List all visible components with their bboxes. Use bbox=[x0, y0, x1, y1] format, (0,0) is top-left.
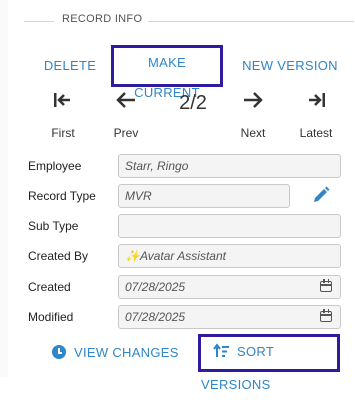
record-info-panel: RECORD INFO DELETE MAKE CURRENT NEW VERS… bbox=[8, 0, 355, 392]
created-date-value: 07/28/2025 bbox=[125, 280, 186, 294]
created-row: Created 07/28/2025 bbox=[28, 275, 348, 301]
arrow-left-icon bbox=[96, 90, 156, 114]
next-label: Next bbox=[240, 126, 266, 140]
section-header: RECORD INFO bbox=[24, 12, 354, 30]
modified-label: Modified bbox=[28, 310, 74, 324]
clock-icon bbox=[52, 345, 66, 359]
created-by-label: Created By bbox=[28, 249, 89, 263]
calendar-icon[interactable] bbox=[320, 309, 332, 322]
divider-left bbox=[24, 21, 54, 22]
created-by-row: Created By ✨Avatar Assistant bbox=[28, 244, 348, 270]
prev-label: Prev bbox=[113, 126, 139, 140]
divider-right bbox=[148, 21, 354, 22]
employee-label: Employee bbox=[28, 159, 82, 173]
prev-version-button[interactable]: Prev bbox=[96, 90, 156, 140]
first-version-button[interactable]: First bbox=[33, 90, 93, 140]
sub-type-label: Sub Type bbox=[28, 219, 79, 233]
latest-label: Latest bbox=[299, 126, 333, 140]
created-label: Created bbox=[28, 280, 71, 294]
version-counter: 2/2 bbox=[179, 92, 207, 114]
new-version-button[interactable]: NEW VERSION bbox=[241, 48, 339, 84]
arrow-right-icon bbox=[223, 90, 283, 114]
view-changes-label: VIEW CHANGES bbox=[74, 345, 179, 360]
section-title: RECORD INFO bbox=[62, 13, 143, 25]
next-version-button[interactable]: Next bbox=[223, 90, 283, 140]
first-arrow-icon bbox=[33, 90, 93, 114]
employee-field[interactable]: Starr, Ringo bbox=[118, 154, 341, 178]
created-date-field[interactable]: 07/28/2025 bbox=[118, 275, 341, 299]
make-current-button[interactable]: MAKE CURRENT bbox=[111, 45, 223, 100]
modified-row: Modified 07/28/2025 bbox=[28, 305, 348, 331]
modified-date-value: 07/28/2025 bbox=[125, 310, 186, 324]
edit-pencil-icon[interactable] bbox=[312, 186, 330, 204]
sub-type-row: Sub Type bbox=[28, 214, 348, 240]
view-changes-button[interactable]: VIEW CHANGES bbox=[52, 335, 182, 371]
calendar-icon[interactable] bbox=[320, 279, 332, 292]
sort-versions-button[interactable]: SORT VERSIONS bbox=[198, 334, 340, 392]
record-type-row: Record Type MVR bbox=[28, 184, 348, 210]
modified-date-field[interactable]: 07/28/2025 bbox=[118, 305, 341, 329]
sort-icon bbox=[213, 340, 229, 370]
delete-button[interactable]: DELETE bbox=[38, 48, 102, 84]
record-type-label: Record Type bbox=[28, 189, 96, 203]
created-by-field[interactable]: ✨Avatar Assistant bbox=[118, 244, 341, 268]
first-label: First bbox=[51, 126, 75, 140]
employee-row: Employee Starr, Ringo bbox=[28, 154, 348, 180]
record-info-panel-frame: RECORD INFO DELETE MAKE CURRENT NEW VERS… bbox=[0, 0, 355, 392]
last-arrow-icon bbox=[286, 90, 346, 114]
sub-type-field[interactable] bbox=[118, 214, 341, 238]
record-type-field[interactable]: MVR bbox=[118, 184, 290, 208]
latest-version-button[interactable]: Latest bbox=[286, 90, 346, 140]
sort-versions-label: SORT VERSIONS bbox=[201, 344, 274, 392]
